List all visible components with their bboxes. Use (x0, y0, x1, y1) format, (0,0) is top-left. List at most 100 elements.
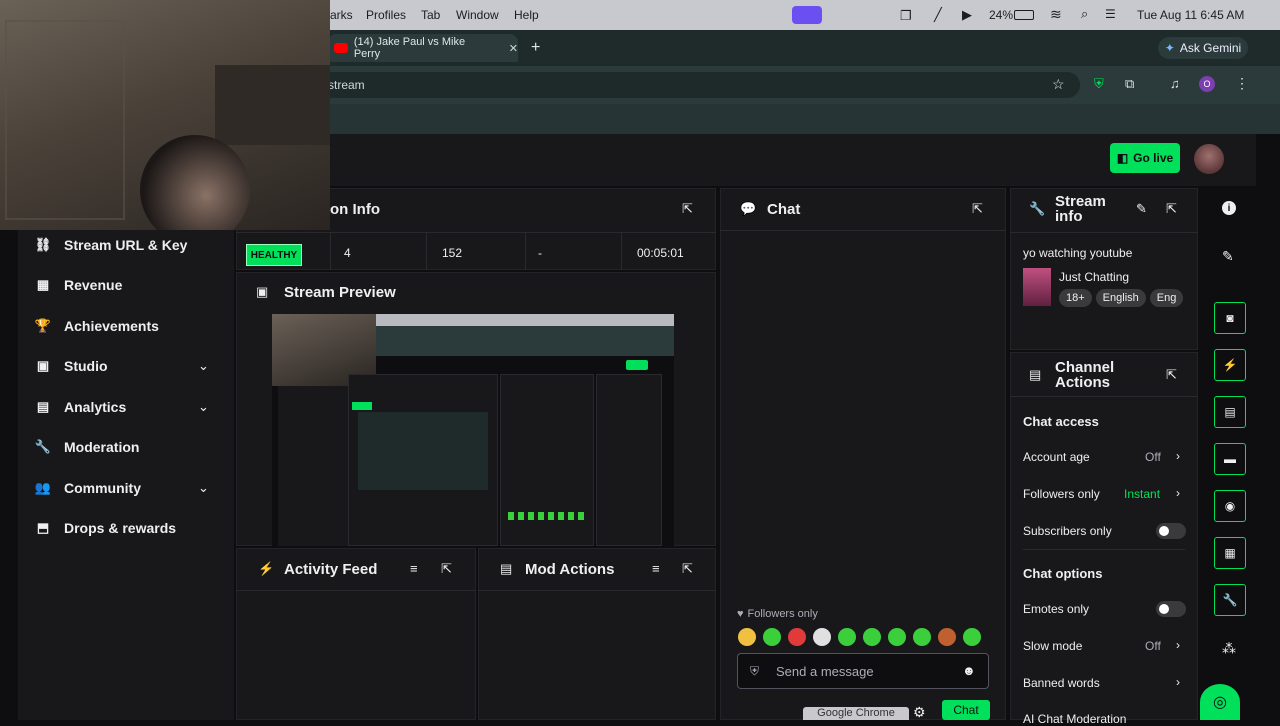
nav-drops-rewards[interactable]: ⬒ Drops & rewards (36, 520, 176, 536)
banned-words-label[interactable]: Banned words (1023, 676, 1100, 690)
wrench-icon: 🔧 (34, 439, 52, 454)
menu-bookmarks[interactable]: arks (330, 8, 353, 22)
emote-picker-icon[interactable]: ☻ (962, 663, 976, 678)
profile-icon[interactable]: O (1199, 76, 1215, 92)
filter-icon[interactable]: ≡ (652, 561, 660, 576)
nav-label: Stream URL & Key (64, 237, 188, 253)
help-headset-icon[interactable]: ◎ (1200, 684, 1240, 720)
info-icon[interactable]: i (1222, 201, 1236, 215)
popout-icon[interactable]: ⇱ (972, 201, 983, 217)
pencil-icon[interactable]: ✎ (1222, 248, 1234, 265)
nav-community[interactable]: 👥 Community (35, 480, 141, 496)
tag[interactable]: 18+ (1059, 289, 1092, 307)
chevron-right-icon[interactable]: › (1176, 675, 1180, 689)
ai-moderation-label[interactable]: AI Chat Moderation (1023, 712, 1126, 726)
clip-icon[interactable]: ◙ (1214, 302, 1246, 334)
extension-shield-icon[interactable]: ⛨ (1094, 76, 1104, 92)
nav-achievements[interactable]: 🏆 Achievements (35, 318, 159, 334)
emotes-only-toggle[interactable] (1156, 601, 1186, 617)
chat-send-button[interactable]: Chat (942, 700, 990, 720)
divider (1023, 549, 1185, 550)
emote[interactable] (788, 628, 806, 646)
broadcast-icon[interactable]: ◉ (1214, 490, 1246, 522)
preview-icon: ▣ (256, 284, 269, 299)
left-nav (18, 230, 234, 720)
chevron-right-icon[interactable]: › (1176, 638, 1180, 652)
slow-mode-label[interactable]: Slow mode (1023, 639, 1082, 653)
divider (236, 232, 716, 233)
stream-preview-video[interactable] (272, 314, 674, 546)
emote[interactable] (963, 628, 981, 646)
stream-tags: 18+ English Eng (1059, 288, 1187, 308)
lightning-icon[interactable]: ⚡ (1214, 349, 1246, 381)
chevron-right-icon[interactable]: › (1176, 449, 1180, 463)
chevron-down-icon[interactable]: ⌄ (198, 358, 209, 374)
nav-moderation[interactable]: 🔧 Moderation (34, 439, 140, 455)
emote[interactable] (838, 628, 856, 646)
menu-help[interactable]: Help (514, 8, 539, 22)
category-boxart[interactable] (1023, 268, 1051, 306)
battery-icon[interactable] (1014, 10, 1034, 20)
chat-bubble-icon[interactable]: ▬ (1214, 443, 1246, 475)
media-controls-icon[interactable]: ♫ (1170, 76, 1180, 91)
go-live-button[interactable]: ◧ Go live (1110, 143, 1180, 173)
chrome-tooltip: Google Chrome (803, 707, 909, 720)
control-center-icon[interactable]: ☰ (1105, 7, 1116, 21)
window-icon[interactable]: ❐ (900, 8, 912, 24)
wifi-icon[interactable]: ≋ (1050, 6, 1062, 23)
edit-icon[interactable]: ✎ (1136, 201, 1147, 217)
tag[interactable]: Eng (1149, 289, 1184, 307)
play-icon[interactable]: ▶ (962, 7, 972, 23)
browser-menu-icon[interactable]: ⋮ (1235, 75, 1249, 92)
account-age-label[interactable]: Account age (1023, 450, 1090, 464)
new-tab-icon[interactable]: + (531, 39, 540, 57)
nav-studio[interactable]: ▣ Studio (36, 358, 108, 374)
subscribers-only-toggle[interactable] (1156, 523, 1186, 539)
emote[interactable] (888, 628, 906, 646)
activity-feed-title: Activity Feed (284, 561, 378, 578)
nav-analytics[interactable]: ▤ Analytics (36, 399, 126, 415)
address-bar[interactable]: stream (320, 72, 1080, 98)
popout-icon[interactable]: ⇱ (682, 201, 693, 217)
tag[interactable]: English (1095, 289, 1146, 307)
wrench-icon[interactable]: 🔧 (1214, 584, 1246, 616)
popout-icon[interactable]: ⇱ (1166, 367, 1177, 383)
chat-input[interactable]: ⛨ Send a message ☻ (737, 653, 989, 689)
user-avatar[interactable] (1194, 144, 1224, 174)
chevron-down-icon[interactable]: ⌄ (198, 399, 209, 415)
nav-stream-url-key[interactable]: ⛓ Stream URL & Key (35, 237, 188, 253)
emote[interactable] (813, 628, 831, 646)
menu-window[interactable]: Window (456, 8, 499, 22)
emote-row[interactable] (738, 628, 990, 646)
bookmark-star-icon[interactable]: ☆ (1052, 76, 1065, 93)
emote[interactable] (913, 628, 931, 646)
close-tab-icon[interactable]: ✕ (509, 42, 518, 55)
search-icon[interactable]: ⌕ (1081, 6, 1088, 22)
chevron-down-icon[interactable]: ⌄ (198, 480, 209, 496)
followers-only-label[interactable]: Followers only (1023, 487, 1100, 501)
layout-icon[interactable]: ▦ (1214, 537, 1246, 569)
filter-icon[interactable]: ≡ (410, 561, 418, 576)
popout-icon[interactable]: ⇱ (682, 561, 693, 577)
emote[interactable] (938, 628, 956, 646)
browser-tab[interactable]: (14) Jake Paul vs Mike Perry ✕ (328, 34, 518, 62)
pen-icon[interactable]: ╱ (934, 7, 942, 23)
screen-record-icon[interactable] (792, 6, 822, 24)
nav-label: Community (64, 480, 141, 496)
popout-icon[interactable]: ⇱ (441, 561, 452, 577)
more-actions-icon[interactable]: ⁂ (1222, 640, 1236, 657)
popout-icon[interactable]: ⇱ (1166, 201, 1177, 217)
emote[interactable] (738, 628, 756, 646)
emote[interactable] (763, 628, 781, 646)
nav-revenue[interactable]: ▦ Revenue (36, 277, 123, 293)
category-name[interactable]: Just Chatting (1059, 270, 1129, 284)
emote[interactable] (863, 628, 881, 646)
extensions-icon[interactable]: ⧉ (1125, 76, 1134, 92)
menu-tab[interactable]: Tab (421, 8, 440, 22)
gear-icon[interactable]: ⚙ (913, 704, 926, 721)
ask-gemini-button[interactable]: ✦ Ask Gemini (1158, 37, 1248, 59)
document-icon[interactable]: ▤ (1214, 396, 1246, 428)
chevron-right-icon[interactable]: › (1176, 486, 1180, 500)
menu-profiles[interactable]: Profiles (366, 8, 406, 22)
drops-icon: ⬒ (36, 520, 50, 535)
